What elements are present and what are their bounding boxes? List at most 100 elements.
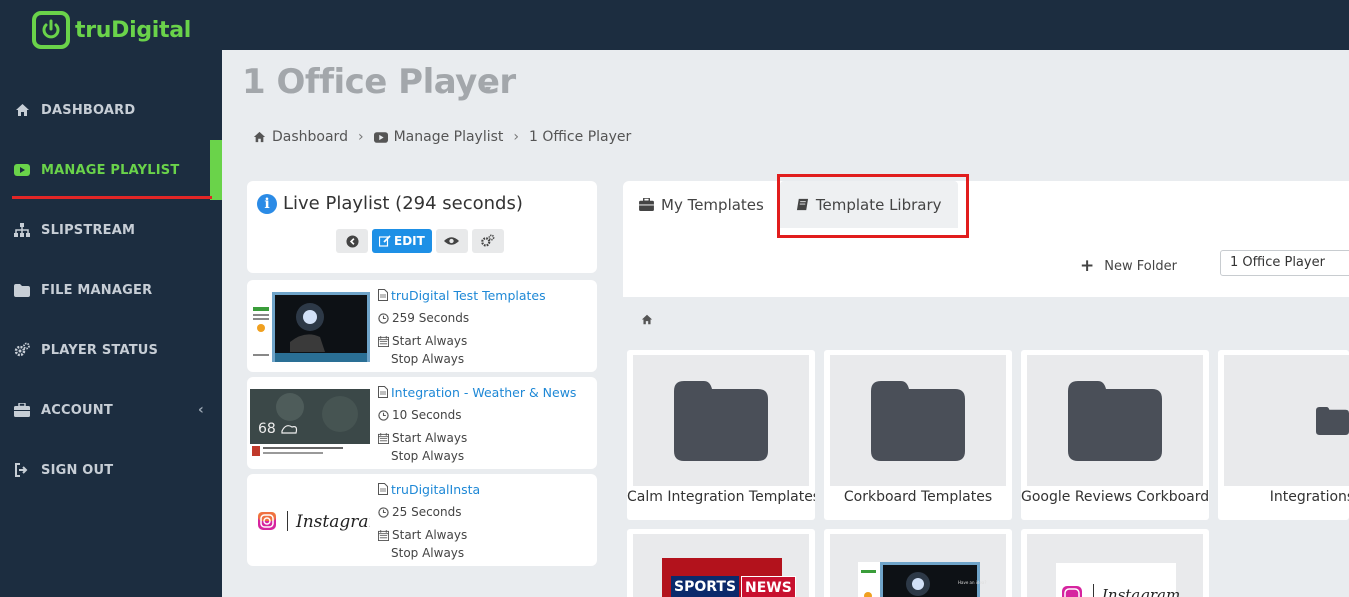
new-folder-button[interactable]: + New Folder — [1080, 256, 1177, 276]
home-icon — [14, 102, 30, 118]
sitemap-icon — [14, 222, 30, 238]
folder-icon — [830, 355, 1006, 486]
live-playlist-panel: i Live Playlist (294 seconds) EDIT — [247, 181, 597, 273]
briefcase-icon — [14, 402, 30, 418]
playlist-item-duration: 259 Seconds — [392, 311, 470, 325]
sidebar-item-label: PLAYER STATUS — [41, 342, 159, 358]
chevron-left-icon: ‹ — [198, 402, 204, 418]
playlist-toolbar: EDIT — [336, 229, 504, 253]
brand-logo[interactable]: truDigital — [32, 11, 191, 49]
playlist-item[interactable]: 68 Integration - Weather & News 10 Secon… — [247, 377, 597, 469]
plus-icon: + — [1080, 256, 1095, 276]
edit-icon — [379, 235, 391, 247]
playlist-item-duration: 10 Seconds — [392, 408, 462, 422]
playlist-item-stop: Stop Always — [391, 352, 465, 366]
svg-text:68: 68 — [258, 421, 276, 437]
template-folder-card[interactable]: Corkboard Templates — [824, 350, 1012, 520]
template-thumbnail: Have an idea? — [830, 534, 1006, 597]
power-icon — [32, 11, 70, 49]
template-thumb-text: Have an idea? — [958, 580, 987, 585]
caret-down-icon[interactable]: ▾ — [485, 82, 491, 96]
playlist-item-thumbnail — [250, 292, 370, 362]
instagram-wordmark: Instagram — [1102, 586, 1181, 597]
template-folder-card[interactable]: Calm Integration Templates — [627, 350, 815, 520]
tab-my-templates[interactable]: My Templates — [623, 181, 780, 228]
sidebar-item-label: FILE MANAGER — [41, 282, 153, 298]
template-thumbnail: SPORTS NEWS — [633, 534, 809, 597]
playlist-item-thumbnail: Instagram — [250, 486, 370, 556]
playlist-item-stop: Stop Always — [391, 449, 465, 463]
sidebar-item-account[interactable]: ACCOUNT ‹ — [0, 380, 222, 440]
template-card[interactable]: Instagram — [1021, 529, 1209, 597]
breadcrumb-separator: › — [513, 129, 520, 145]
back-button[interactable] — [336, 229, 368, 253]
gears-icon — [481, 234, 495, 247]
live-playlist-title: i Live Playlist (294 seconds) — [257, 193, 523, 214]
edit-button[interactable]: EDIT — [372, 229, 432, 253]
sidebar-item-dashboard[interactable]: DASHBOARD — [0, 80, 222, 140]
home-icon — [253, 131, 266, 143]
sign-out-icon — [14, 462, 30, 478]
folder-label: Google Reviews Corkboard — [1021, 489, 1209, 505]
eye-icon — [444, 237, 460, 245]
playlist-item[interactable]: truDigital Test Templates 259 Seconds St… — [247, 280, 597, 372]
sidebar-item-label: ACCOUNT — [41, 402, 113, 418]
gears-icon — [14, 342, 30, 358]
preview-button[interactable] — [435, 229, 468, 253]
folder-icon — [14, 282, 30, 298]
news-label: NEWS — [741, 576, 796, 597]
sidebar-item-slipstream[interactable]: SLIPSTREAM — [0, 200, 222, 260]
brand-name: truDigital — [75, 17, 192, 43]
active-underline — [12, 196, 212, 199]
playlist-item-name[interactable]: Integration - Weather & News — [391, 385, 576, 400]
file-icon — [378, 386, 388, 398]
template-folder-card[interactable]: Integrations — [1218, 350, 1349, 520]
clock-icon — [378, 409, 389, 421]
sidebar-item-label: SLIPSTREAM — [41, 222, 136, 238]
calendar-icon — [378, 432, 389, 444]
home-icon[interactable] — [641, 310, 653, 329]
playlist-item-start: Start Always — [392, 334, 468, 348]
play-icon — [14, 162, 30, 178]
playlist-item-name[interactable]: truDigital Test Templates — [391, 288, 546, 303]
calendar-icon — [378, 529, 389, 541]
playlist-item-stop: Stop Always — [391, 546, 465, 560]
instagram-wordmark: Instagram — [296, 512, 370, 532]
template-thumbnail: Instagram — [1027, 534, 1203, 597]
breadcrumb-separator: › — [357, 129, 364, 145]
clock-icon — [378, 312, 389, 324]
template-folder-card[interactable]: Google Reviews Corkboard — [1021, 350, 1209, 520]
sidebar-item-manage-playlist[interactable]: MANAGE PLAYLIST — [0, 140, 222, 200]
breadcrumb: Dashboard › Manage Playlist › 1 Office P… — [253, 129, 631, 145]
playlist-item-info: truDigitalInsta 25 Seconds Start Always … — [378, 480, 480, 562]
breadcrumb-dashboard[interactable]: Dashboard — [253, 129, 348, 145]
page-title[interactable]: 1 Office Player — [242, 62, 516, 102]
top-bar: truDigital — [0, 0, 1349, 50]
sidebar-item-file-manager[interactable]: FILE MANAGER — [0, 260, 222, 320]
folder-label: Calm Integration Templates — [627, 489, 815, 505]
folder-label: Integrations — [1269, 489, 1349, 505]
sidebar-item-label: MANAGE PLAYLIST — [41, 162, 180, 178]
playlist-item[interactable]: Instagram truDigitalInsta 25 Seconds Sta… — [247, 474, 597, 566]
playlist-item-info: Integration - Weather & News 10 Seconds … — [378, 383, 576, 465]
clock-icon — [378, 506, 389, 518]
breadcrumb-current: 1 Office Player — [529, 129, 632, 145]
play-icon — [373, 131, 388, 143]
calendar-icon — [378, 335, 389, 347]
folder-select[interactable]: 1 Office Player — [1220, 250, 1349, 276]
sidebar-item-label: SIGN OUT — [41, 462, 114, 478]
settings-button[interactable] — [471, 229, 504, 253]
playlist-item-name[interactable]: truDigitalInsta — [391, 482, 480, 497]
template-card[interactable]: Have an idea? — [824, 529, 1012, 597]
file-icon — [378, 483, 388, 495]
playlist-item-info: truDigital Test Templates 259 Seconds St… — [378, 286, 546, 368]
info-icon[interactable]: i — [257, 193, 277, 214]
sports-label: SPORTS — [671, 576, 740, 597]
sidebar: DASHBOARD MANAGE PLAYLIST SLIPSTREAM FIL… — [0, 50, 222, 597]
arrow-left-circle-icon — [345, 234, 359, 248]
sidebar-item-sign-out[interactable]: SIGN OUT — [0, 440, 222, 500]
breadcrumb-manage-playlist[interactable]: Manage Playlist — [373, 129, 503, 145]
sidebar-item-player-status[interactable]: PLAYER STATUS — [0, 320, 222, 380]
playlist-item-start: Start Always — [392, 528, 468, 542]
template-card[interactable]: SPORTS NEWS — [627, 529, 815, 597]
